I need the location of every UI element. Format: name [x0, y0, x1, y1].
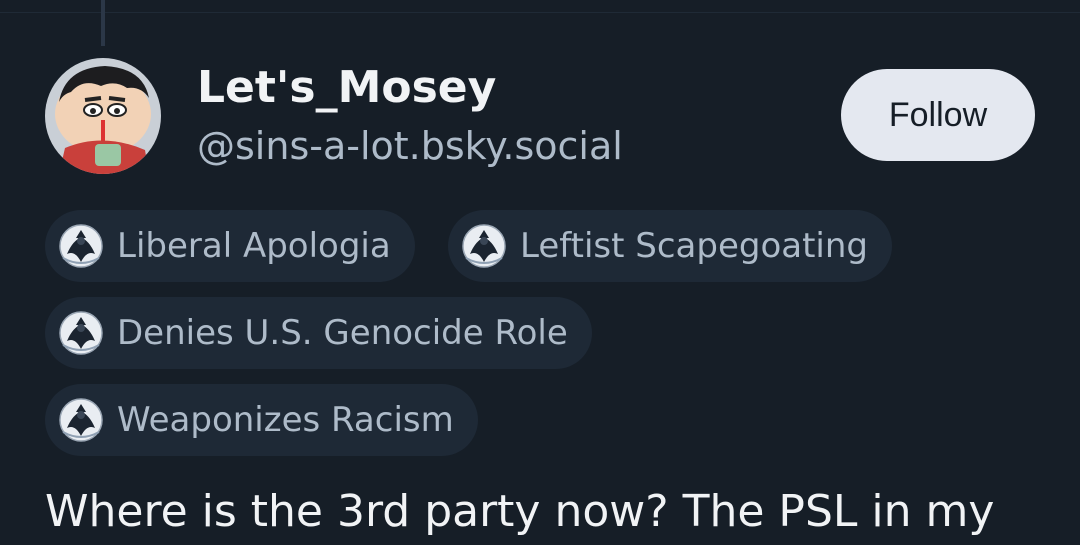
label-text: Denies U.S. Genocide Role	[117, 313, 568, 353]
author-display-name[interactable]: Let's_Mosey	[197, 62, 496, 113]
labeler-avatar-icon	[59, 224, 103, 268]
author-handle[interactable]: @sins-a-lot.bsky.social	[197, 124, 623, 168]
moderation-label-pill[interactable]: Liberal Apologia	[45, 210, 415, 282]
labeler-avatar-icon	[59, 398, 103, 442]
follow-button[interactable]: Follow	[841, 69, 1035, 161]
label-text: Liberal Apologia	[117, 226, 391, 266]
moderation-label-pill[interactable]: Weaponizes Racism	[45, 384, 478, 456]
moderation-label-pill[interactable]: Denies U.S. Genocide Role	[45, 297, 592, 369]
label-text: Weaponizes Racism	[117, 400, 454, 440]
avatar-image-icon	[45, 58, 161, 174]
avatar[interactable]	[45, 58, 161, 174]
labeler-avatar-icon	[462, 224, 506, 268]
thread-connector-line	[101, 0, 105, 46]
thread-top-border	[0, 0, 1080, 13]
moderation-label-pill[interactable]: Leftist Scapegoating	[448, 210, 893, 282]
post-body-text: Where is the 3rd party now? The PSL in m…	[45, 486, 995, 537]
label-text: Leftist Scapegoating	[520, 226, 869, 266]
labeler-avatar-icon	[59, 311, 103, 355]
